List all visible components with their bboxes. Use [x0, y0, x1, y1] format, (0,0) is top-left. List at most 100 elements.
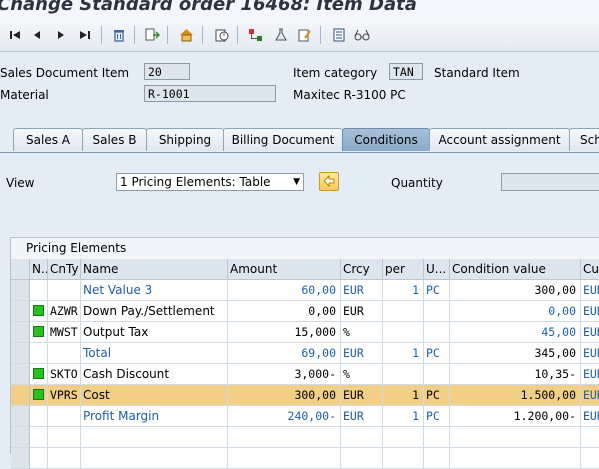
crcy-cell[interactable]: EUR [341, 343, 383, 364]
uom-cell[interactable]: PC [424, 385, 450, 406]
column-header-uom[interactable]: U... [424, 259, 450, 280]
column-header-status[interactable]: N.. [30, 259, 48, 280]
cur-cell[interactable]: EUR [581, 364, 599, 385]
name-cell[interactable]: Profit Margin [81, 406, 228, 427]
quantity-field[interactable] [501, 173, 599, 191]
uom-cell[interactable]: PC [424, 406, 450, 427]
row-selector[interactable] [11, 322, 30, 343]
crcy-cell[interactable]: EUR [341, 301, 383, 322]
column-header-crcy[interactable]: Crcy [341, 259, 383, 280]
per-cell[interactable]: 1 [383, 385, 424, 406]
amount-cell[interactable]: 60,00 [228, 280, 341, 301]
cur-cell[interactable]: EUR [581, 280, 599, 301]
per-cell[interactable] [383, 427, 424, 448]
per-cell[interactable] [383, 448, 424, 469]
select-all-column[interactable] [11, 259, 30, 280]
crcy-cell[interactable]: EUR [341, 385, 383, 406]
amount-cell[interactable]: 300,00 [228, 385, 341, 406]
per-cell[interactable]: 1 [383, 406, 424, 427]
cond-value-cell[interactable] [450, 427, 581, 448]
empty-table-row[interactable] [11, 448, 599, 469]
row-selector[interactable] [11, 343, 30, 364]
row-selector[interactable] [11, 427, 30, 448]
tab-schedule-lines[interactable]: Sch [569, 128, 599, 151]
row-selector[interactable] [11, 364, 30, 385]
crcy-cell[interactable]: % [341, 364, 383, 385]
name-cell[interactable]: Cost [81, 385, 228, 406]
cond-value-cell[interactable]: 1.200,00- [450, 406, 581, 427]
amount-cell[interactable]: 69,00 [228, 343, 341, 364]
cond-value-cell[interactable]: 345,00 [450, 343, 581, 364]
tab-billing-document[interactable]: Billing Document [223, 128, 343, 151]
cur-cell[interactable]: EUR [581, 322, 599, 343]
crcy-cell[interactable]: EUR [341, 280, 383, 301]
trash-icon[interactable] [110, 27, 128, 43]
cond-value-cell[interactable]: 0,00 [450, 301, 581, 322]
table-row[interactable]: Net Value 360,00EUR1PC300,00EUR [11, 280, 599, 301]
uom-cell[interactable] [424, 301, 450, 322]
table-row[interactable]: VPRSCost300,00EUR1PC1.500,00EUR [11, 385, 599, 406]
row-selector[interactable] [11, 301, 30, 322]
name-cell[interactable] [81, 448, 228, 469]
document-flow-icon[interactable] [143, 27, 161, 43]
cnty-cell[interactable] [48, 406, 81, 427]
first-page-icon[interactable] [6, 27, 24, 43]
table-row[interactable]: MWSTOutput Tax15,000% 45,00EUR [11, 322, 599, 343]
column-header-condition-value[interactable]: Condition value [450, 259, 581, 280]
row-selector[interactable] [11, 385, 30, 406]
cur-cell[interactable]: EUR [581, 301, 599, 322]
crcy-cell[interactable]: EUR [341, 406, 383, 427]
cond-value-cell[interactable]: 1.500,00 [450, 385, 581, 406]
uom-cell[interactable] [424, 427, 450, 448]
name-cell[interactable]: Output Tax [81, 322, 228, 343]
amount-cell[interactable]: 240,00- [228, 406, 341, 427]
column-header-name[interactable]: Name [81, 259, 228, 280]
crcy-cell[interactable] [341, 448, 383, 469]
table-row[interactable]: SKTOCash Discount3,000-% 10,35-EUR [11, 364, 599, 385]
per-cell[interactable] [383, 364, 424, 385]
table-row[interactable]: Total69,00EUR1PC345,00EUR [11, 343, 599, 364]
column-header-cnty[interactable]: CnTy [48, 259, 81, 280]
last-page-icon[interactable] [76, 27, 94, 43]
per-cell[interactable]: 1 [383, 343, 424, 364]
cnty-cell[interactable]: MWST [48, 322, 81, 343]
row-selector[interactable] [11, 406, 30, 427]
row-selector[interactable] [11, 280, 30, 301]
cur-cell[interactable]: EUR [581, 406, 599, 427]
header-icon[interactable] [177, 27, 195, 43]
table-icon[interactable] [330, 27, 348, 43]
cond-value-cell[interactable]: 45,00 [450, 322, 581, 343]
cnty-cell[interactable]: AZWR [48, 301, 81, 322]
flask-icon[interactable] [272, 27, 290, 43]
cond-value-cell[interactable]: 300,00 [450, 280, 581, 301]
item-category-field[interactable]: TAN [389, 63, 423, 80]
material-field[interactable]: R-1001 [144, 85, 276, 102]
glasses-icon[interactable] [353, 27, 371, 43]
cur-cell[interactable] [581, 427, 599, 448]
uom-cell[interactable]: PC [424, 343, 450, 364]
amount-cell[interactable]: 0,00 [228, 301, 341, 322]
empty-table-row[interactable] [11, 427, 599, 448]
amount-cell[interactable]: 15,000 [228, 322, 341, 343]
amount-cell[interactable] [228, 448, 341, 469]
tab-sales-b[interactable]: Sales B [82, 128, 147, 151]
uom-cell[interactable]: PC [424, 280, 450, 301]
crcy-cell[interactable]: % [341, 322, 383, 343]
apply-view-button[interactable] [319, 172, 339, 191]
uom-cell[interactable] [424, 364, 450, 385]
tab-account-assignment[interactable]: Account assignment [429, 128, 570, 151]
amount-cell[interactable] [228, 427, 341, 448]
cond-value-cell[interactable] [450, 448, 581, 469]
name-cell[interactable]: Cash Discount [81, 364, 228, 385]
name-cell[interactable]: Total [81, 343, 228, 364]
uom-cell[interactable] [424, 322, 450, 343]
cnty-cell[interactable] [48, 448, 81, 469]
name-cell[interactable] [81, 427, 228, 448]
cnty-cell[interactable] [48, 343, 81, 364]
notes-icon[interactable] [295, 27, 313, 43]
tab-shipping[interactable]: Shipping [146, 128, 224, 151]
table-row[interactable]: AZWRDown Pay./Settlement0,00EUR0,00EUR [11, 301, 599, 322]
name-cell[interactable]: Down Pay./Settlement [81, 301, 228, 322]
uom-cell[interactable] [424, 448, 450, 469]
cnty-cell[interactable] [48, 280, 81, 301]
